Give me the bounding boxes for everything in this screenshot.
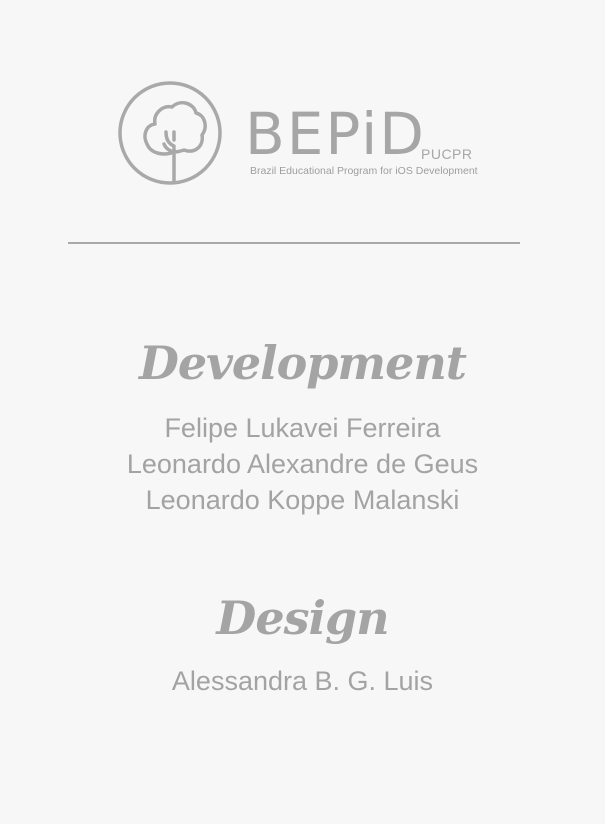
design-member-name: Alessandra B. G. Luis	[171, 666, 434, 696]
development-member-name: Leonardo Koppe Malanski	[145, 485, 460, 515]
design-title: Design	[216, 591, 389, 645]
development-member-name: Felipe Lukavei Ferreira	[164, 413, 441, 443]
divider	[68, 242, 520, 244]
brand-tagline: Brazil Educational Program for iOS Devel…	[250, 165, 478, 177]
brand-name: BEPiD	[245, 100, 426, 168]
brand-suffix: PUCPR	[421, 146, 473, 162]
development-title: Development	[138, 336, 467, 390]
tree-circle-icon	[118, 81, 222, 185]
development-member-name: Leonardo Alexandre de Geus	[126, 449, 479, 479]
